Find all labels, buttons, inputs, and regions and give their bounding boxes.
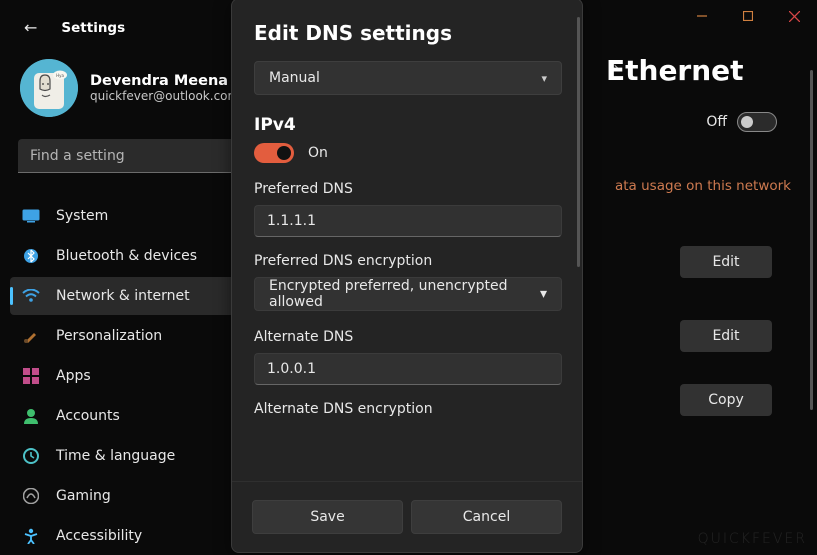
avatar: Hya <box>20 59 78 117</box>
sidebar-item-accounts[interactable]: Accounts <box>10 397 252 435</box>
system-icon <box>22 207 40 225</box>
chevron-down-icon: ▾ <box>541 72 547 85</box>
preferred-enc-value: Encrypted preferred, unencrypted allowed <box>269 278 540 310</box>
user-profile[interactable]: Hya Devendra Meena quickfever@outlook.co… <box>0 55 262 135</box>
user-name: Devendra Meena <box>90 73 239 89</box>
sidebar-item-label: Bluetooth & devices <box>56 248 197 264</box>
alternate-dns-label: Alternate DNS <box>254 329 562 345</box>
wifi-icon <box>22 287 40 305</box>
dns-mode-select[interactable]: Manual ▾ <box>254 61 562 95</box>
sidebar-item-label: Time & language <box>56 448 175 464</box>
sidebar-item-label: Apps <box>56 368 91 384</box>
back-arrow-icon[interactable]: ← <box>24 18 37 37</box>
search-input[interactable] <box>18 139 246 173</box>
sidebar-item-time[interactable]: Time & language <box>10 437 252 475</box>
alternate-dns-input[interactable] <box>254 353 562 385</box>
preferred-dns-input[interactable] <box>254 205 562 237</box>
sidebar-item-label: Accessibility <box>56 528 142 544</box>
ipv4-toggle[interactable] <box>254 143 294 163</box>
sidebar-item-label: Network & internet <box>56 288 190 304</box>
svg-text:Hya: Hya <box>56 73 64 78</box>
dns-mode-value: Manual <box>269 70 320 86</box>
preferred-enc-select[interactable]: Encrypted preferred, unencrypted allowed… <box>254 277 562 311</box>
sidebar: ← Settings Hya Devendra Meena <box>0 0 262 555</box>
sidebar-item-network[interactable]: Network & internet <box>10 277 252 315</box>
main-scrollbar[interactable] <box>810 70 813 410</box>
edit-button-2[interactable]: Edit <box>680 320 772 352</box>
accessibility-icon <box>22 527 40 545</box>
ipv4-heading: IPv4 <box>254 115 562 135</box>
window-title: Settings <box>61 20 125 36</box>
clock-icon <box>22 447 40 465</box>
ipv4-toggle-label: On <box>308 145 328 161</box>
cancel-button[interactable]: Cancel <box>411 500 562 534</box>
sidebar-item-accessibility[interactable]: Accessibility <box>10 517 252 555</box>
save-button[interactable]: Save <box>252 500 403 534</box>
dialog-scrollbar[interactable] <box>577 17 580 267</box>
user-email: quickfever@outlook.com <box>90 89 239 103</box>
metered-state-label: Off <box>706 114 727 130</box>
sidebar-item-personalization[interactable]: Personalization <box>10 317 252 355</box>
sidebar-item-system[interactable]: System <box>10 197 252 235</box>
sidebar-item-label: Accounts <box>56 408 120 424</box>
preferred-enc-label: Preferred DNS encryption <box>254 253 562 269</box>
sidebar-item-apps[interactable]: Apps <box>10 357 252 395</box>
dialog-title: Edit DNS settings <box>254 21 562 45</box>
sidebar-item-label: Personalization <box>56 328 162 344</box>
sidebar-item-gaming[interactable]: Gaming <box>10 477 252 515</box>
copy-button[interactable]: Copy <box>680 384 772 416</box>
sidebar-item-label: Gaming <box>56 488 111 504</box>
bluetooth-icon <box>22 247 40 265</box>
person-icon <box>22 407 40 425</box>
apps-icon <box>22 367 40 385</box>
brush-icon <box>22 327 40 345</box>
page-title: Ethernet <box>606 54 744 87</box>
alternate-enc-label: Alternate DNS encryption <box>254 401 562 417</box>
dns-dialog: Edit DNS settings Manual ▾ IPv4 On Prefe… <box>231 0 583 553</box>
metered-toggle[interactable] <box>737 112 777 132</box>
watermark: QUICKFEVER <box>698 531 807 547</box>
preferred-dns-label: Preferred DNS <box>254 181 562 197</box>
edit-button-1[interactable]: Edit <box>680 246 772 278</box>
sidebar-item-bluetooth[interactable]: Bluetooth & devices <box>10 237 252 275</box>
sidebar-item-label: System <box>56 208 108 224</box>
data-usage-link[interactable]: ata usage on this network <box>615 178 791 194</box>
nav-list: System Bluetooth & devices Network & int… <box>0 197 262 555</box>
gaming-icon <box>22 487 40 505</box>
chevron-down-icon: ▾ <box>540 286 547 302</box>
